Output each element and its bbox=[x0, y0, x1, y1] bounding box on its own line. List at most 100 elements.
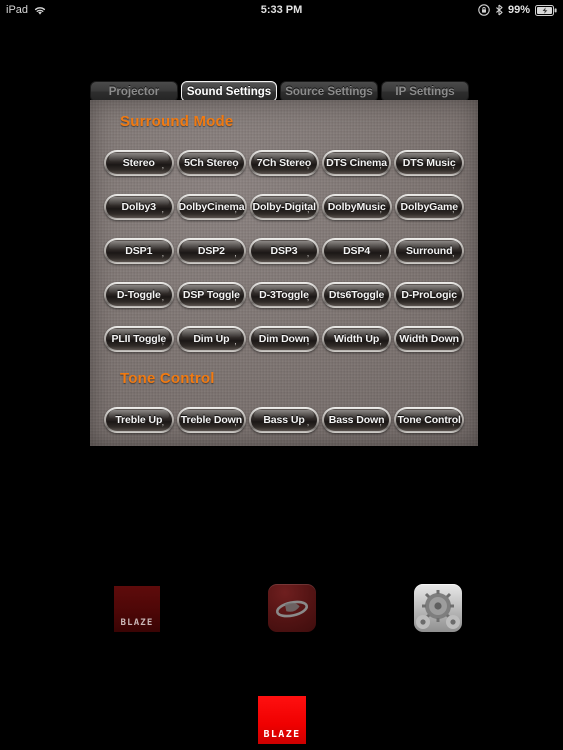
tab-sound-settings-label: Sound Settings bbox=[186, 85, 272, 98]
button-caret-icon: , bbox=[306, 336, 310, 346]
button-bass-down[interactable]: Bass Down, bbox=[321, 407, 392, 433]
surround-mode-row-1: Stereo, 5Ch Stereo, 7Ch Stereo, DTS Cine… bbox=[104, 150, 464, 176]
device-name-label: iPad bbox=[6, 4, 29, 16]
button-caret-icon: , bbox=[306, 417, 310, 427]
button-plii-toggle-label: PLII Toggle bbox=[111, 333, 167, 345]
button-caret-icon: , bbox=[161, 204, 165, 214]
button-dim-down-label: Dim Down bbox=[258, 333, 310, 345]
tab-ip-settings-label: IP Settings bbox=[395, 85, 455, 98]
button-caret-icon: , bbox=[379, 292, 382, 302]
bluray-disc-icon bbox=[275, 600, 309, 618]
tone-control-section-title: Tone Control bbox=[120, 370, 215, 387]
settings-app-icon[interactable] bbox=[414, 584, 462, 632]
button-dts-music[interactable]: DTS Music, bbox=[394, 150, 464, 176]
button-5ch-stereo[interactable]: 5Ch Stereo, bbox=[176, 150, 247, 176]
button-caret-icon: , bbox=[451, 336, 455, 346]
button-7ch-stereo[interactable]: 7Ch Stereo, bbox=[249, 150, 319, 176]
button-caret-icon: , bbox=[379, 204, 383, 214]
wifi-icon bbox=[33, 5, 47, 16]
tab-sound-settings[interactable]: Sound Settings bbox=[181, 81, 277, 102]
button-dsp2[interactable]: DSP2, bbox=[176, 238, 247, 264]
button-dsp-toggle[interactable]: DSP Toggle, bbox=[176, 282, 247, 308]
button-dts-cinema[interactable]: DTS Cinema, bbox=[321, 150, 392, 176]
button-caret-icon: , bbox=[452, 204, 455, 214]
button-caret-icon: , bbox=[379, 417, 382, 427]
button-caret-icon: , bbox=[234, 336, 237, 346]
button-dts-music-label: DTS Music bbox=[402, 157, 456, 169]
button-caret-icon: , bbox=[161, 336, 165, 346]
surround-mode-section-title: Surround Mode bbox=[120, 113, 234, 130]
tab-ip-settings[interactable]: IP Settings bbox=[381, 81, 469, 102]
button-dsp1[interactable]: DSP1, bbox=[104, 238, 174, 264]
button-plii-toggle[interactable]: PLII Toggle, bbox=[104, 326, 174, 352]
button-treble-down-label: Treble Down bbox=[180, 414, 243, 426]
button-caret-icon: , bbox=[161, 417, 165, 427]
button-dolby-digital[interactable]: Dolby-Digital, bbox=[249, 194, 319, 220]
button-d-toggle[interactable]: D-Toggle, bbox=[104, 282, 174, 308]
button-width-up-label: Width Up bbox=[333, 333, 380, 345]
button-dim-up[interactable]: Dim Up, bbox=[176, 326, 247, 352]
tab-source-settings[interactable]: Source Settings bbox=[280, 81, 378, 102]
button-width-up[interactable]: Width Up, bbox=[321, 326, 392, 352]
button-dolby3-label: Dolby3 bbox=[121, 201, 157, 213]
button-dsp4-label: DSP4 bbox=[343, 245, 371, 257]
button-treble-up-label: Treble Up bbox=[115, 414, 163, 426]
button-caret-icon: , bbox=[306, 248, 310, 258]
button-surround-label: Surround bbox=[405, 245, 453, 257]
button-dts-cinema-label: DTS Cinema bbox=[326, 157, 387, 169]
button-stereo[interactable]: Stereo, bbox=[104, 150, 174, 176]
status-bar: iPad 5:33 PM 99% bbox=[0, 0, 563, 20]
battery-percent-label: 99% bbox=[507, 4, 530, 16]
button-caret-icon: , bbox=[161, 248, 165, 258]
button-dsp4[interactable]: DSP4, bbox=[321, 238, 392, 264]
bluray-app-icon[interactable] bbox=[268, 584, 316, 632]
surround-mode-row-5: PLII Toggle, Dim Up, Dim Down, Width Up,… bbox=[104, 326, 464, 352]
button-5ch-stereo-label: 5Ch Stereo bbox=[184, 157, 239, 169]
button-caret-icon: , bbox=[234, 204, 238, 214]
button-bass-down-label: Bass Down bbox=[328, 414, 385, 426]
button-d-prologic-label: D-ProLogic bbox=[401, 289, 457, 301]
button-tone-control[interactable]: Tone Control, bbox=[394, 407, 464, 433]
button-dts6-toggle-label: Dts6Toggle bbox=[328, 289, 385, 301]
button-dolby-cinema[interactable]: DolbyCinema, bbox=[176, 194, 247, 220]
button-d-3toggle[interactable]: D-3Toggle, bbox=[249, 282, 319, 308]
status-bar-right: 99% bbox=[478, 4, 557, 16]
tab-projector[interactable]: Projector bbox=[90, 81, 178, 102]
button-dsp3-label: DSP3 bbox=[270, 245, 298, 257]
status-bar-left: iPad bbox=[6, 4, 47, 16]
button-bass-up-label: Bass Up bbox=[263, 414, 305, 426]
button-bass-up[interactable]: Bass Up, bbox=[249, 407, 319, 433]
blaze-app-icon-label: BLAZE bbox=[120, 618, 154, 628]
button-d-3toggle-label: D-3Toggle bbox=[259, 289, 309, 301]
button-width-down[interactable]: Width Down, bbox=[394, 326, 464, 352]
blaze-dock-icon-label: BLAZE bbox=[263, 729, 301, 740]
button-dts6-toggle[interactable]: Dts6Toggle, bbox=[321, 282, 392, 308]
button-dim-up-label: Dim Up bbox=[193, 333, 230, 345]
button-caret-icon: , bbox=[234, 248, 237, 258]
button-d-prologic[interactable]: D-ProLogic, bbox=[394, 282, 464, 308]
blaze-dock-icon[interactable]: BLAZE bbox=[258, 696, 306, 744]
button-treble-down[interactable]: Treble Down, bbox=[176, 407, 247, 433]
button-caret-icon: , bbox=[234, 292, 237, 302]
button-dolby3[interactable]: Dolby3, bbox=[104, 194, 174, 220]
button-7ch-stereo-label: 7Ch Stereo bbox=[256, 157, 312, 169]
button-dolby-music[interactable]: DolbyMusic, bbox=[322, 194, 392, 220]
button-treble-up[interactable]: Treble Up, bbox=[104, 407, 174, 433]
bluetooth-icon bbox=[495, 4, 503, 16]
button-caret-icon: , bbox=[306, 160, 310, 170]
button-dsp3[interactable]: DSP3, bbox=[249, 238, 319, 264]
home-screen-icon-row: BLAZE bbox=[0, 560, 563, 660]
button-dim-down[interactable]: Dim Down, bbox=[249, 326, 319, 352]
gear-icon bbox=[416, 590, 460, 629]
tab-bar[interactable]: Projector Sound Settings Source Settings… bbox=[90, 81, 478, 102]
button-caret-icon: , bbox=[234, 417, 237, 427]
button-dsp2-label: DSP2 bbox=[197, 245, 225, 257]
blaze-app-icon[interactable]: BLAZE bbox=[114, 586, 160, 632]
button-caret-icon: , bbox=[379, 248, 382, 258]
button-dolby-game-label: DolbyGame bbox=[400, 201, 459, 213]
button-caret-icon: , bbox=[451, 248, 455, 258]
button-dsp-toggle-label: DSP Toggle bbox=[182, 289, 240, 301]
button-surround[interactable]: Surround, bbox=[394, 238, 464, 264]
button-dolby-game[interactable]: DolbyGame, bbox=[394, 194, 464, 220]
button-caret-icon: , bbox=[234, 160, 237, 170]
